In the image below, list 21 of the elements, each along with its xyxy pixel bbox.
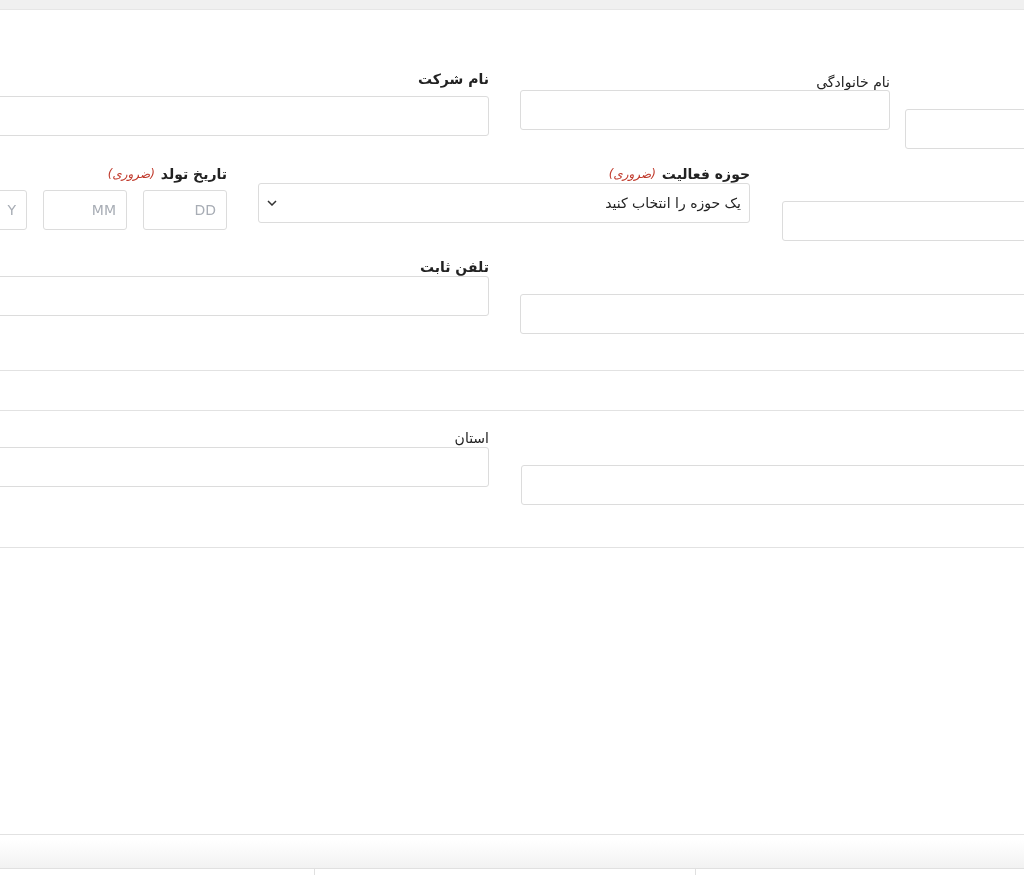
- date-field[interactable]: MM: [43, 190, 127, 230]
- text-field[interactable]: [520, 90, 890, 130]
- field-label: نام شرکت: [417, 70, 489, 88]
- field-label: استان: [454, 429, 489, 447]
- required-note: (ضروری): [107, 166, 155, 183]
- text-field[interactable]: [520, 294, 1024, 334]
- date-field[interactable]: DD: [143, 190, 227, 230]
- field-label: تاریخ تولد: [160, 165, 227, 183]
- select-field[interactable]: یک حوزه را انتخاب کنید: [258, 183, 750, 223]
- text-field[interactable]: [521, 465, 1024, 505]
- text-field[interactable]: [0, 276, 489, 316]
- date-field[interactable]: Y: [0, 190, 27, 230]
- field-label: نام خانوادگی: [816, 73, 890, 90]
- chevron-icon: [267, 200, 277, 206]
- text-field[interactable]: [782, 201, 1024, 241]
- text-field[interactable]: [905, 109, 1024, 149]
- required-note: (ضروری): [608, 166, 656, 183]
- text-field[interactable]: [0, 96, 489, 136]
- field-label: حوزه فعالیت: [661, 165, 750, 183]
- text-field[interactable]: [0, 447, 489, 487]
- field-label: تلفن ثابت: [419, 258, 489, 276]
